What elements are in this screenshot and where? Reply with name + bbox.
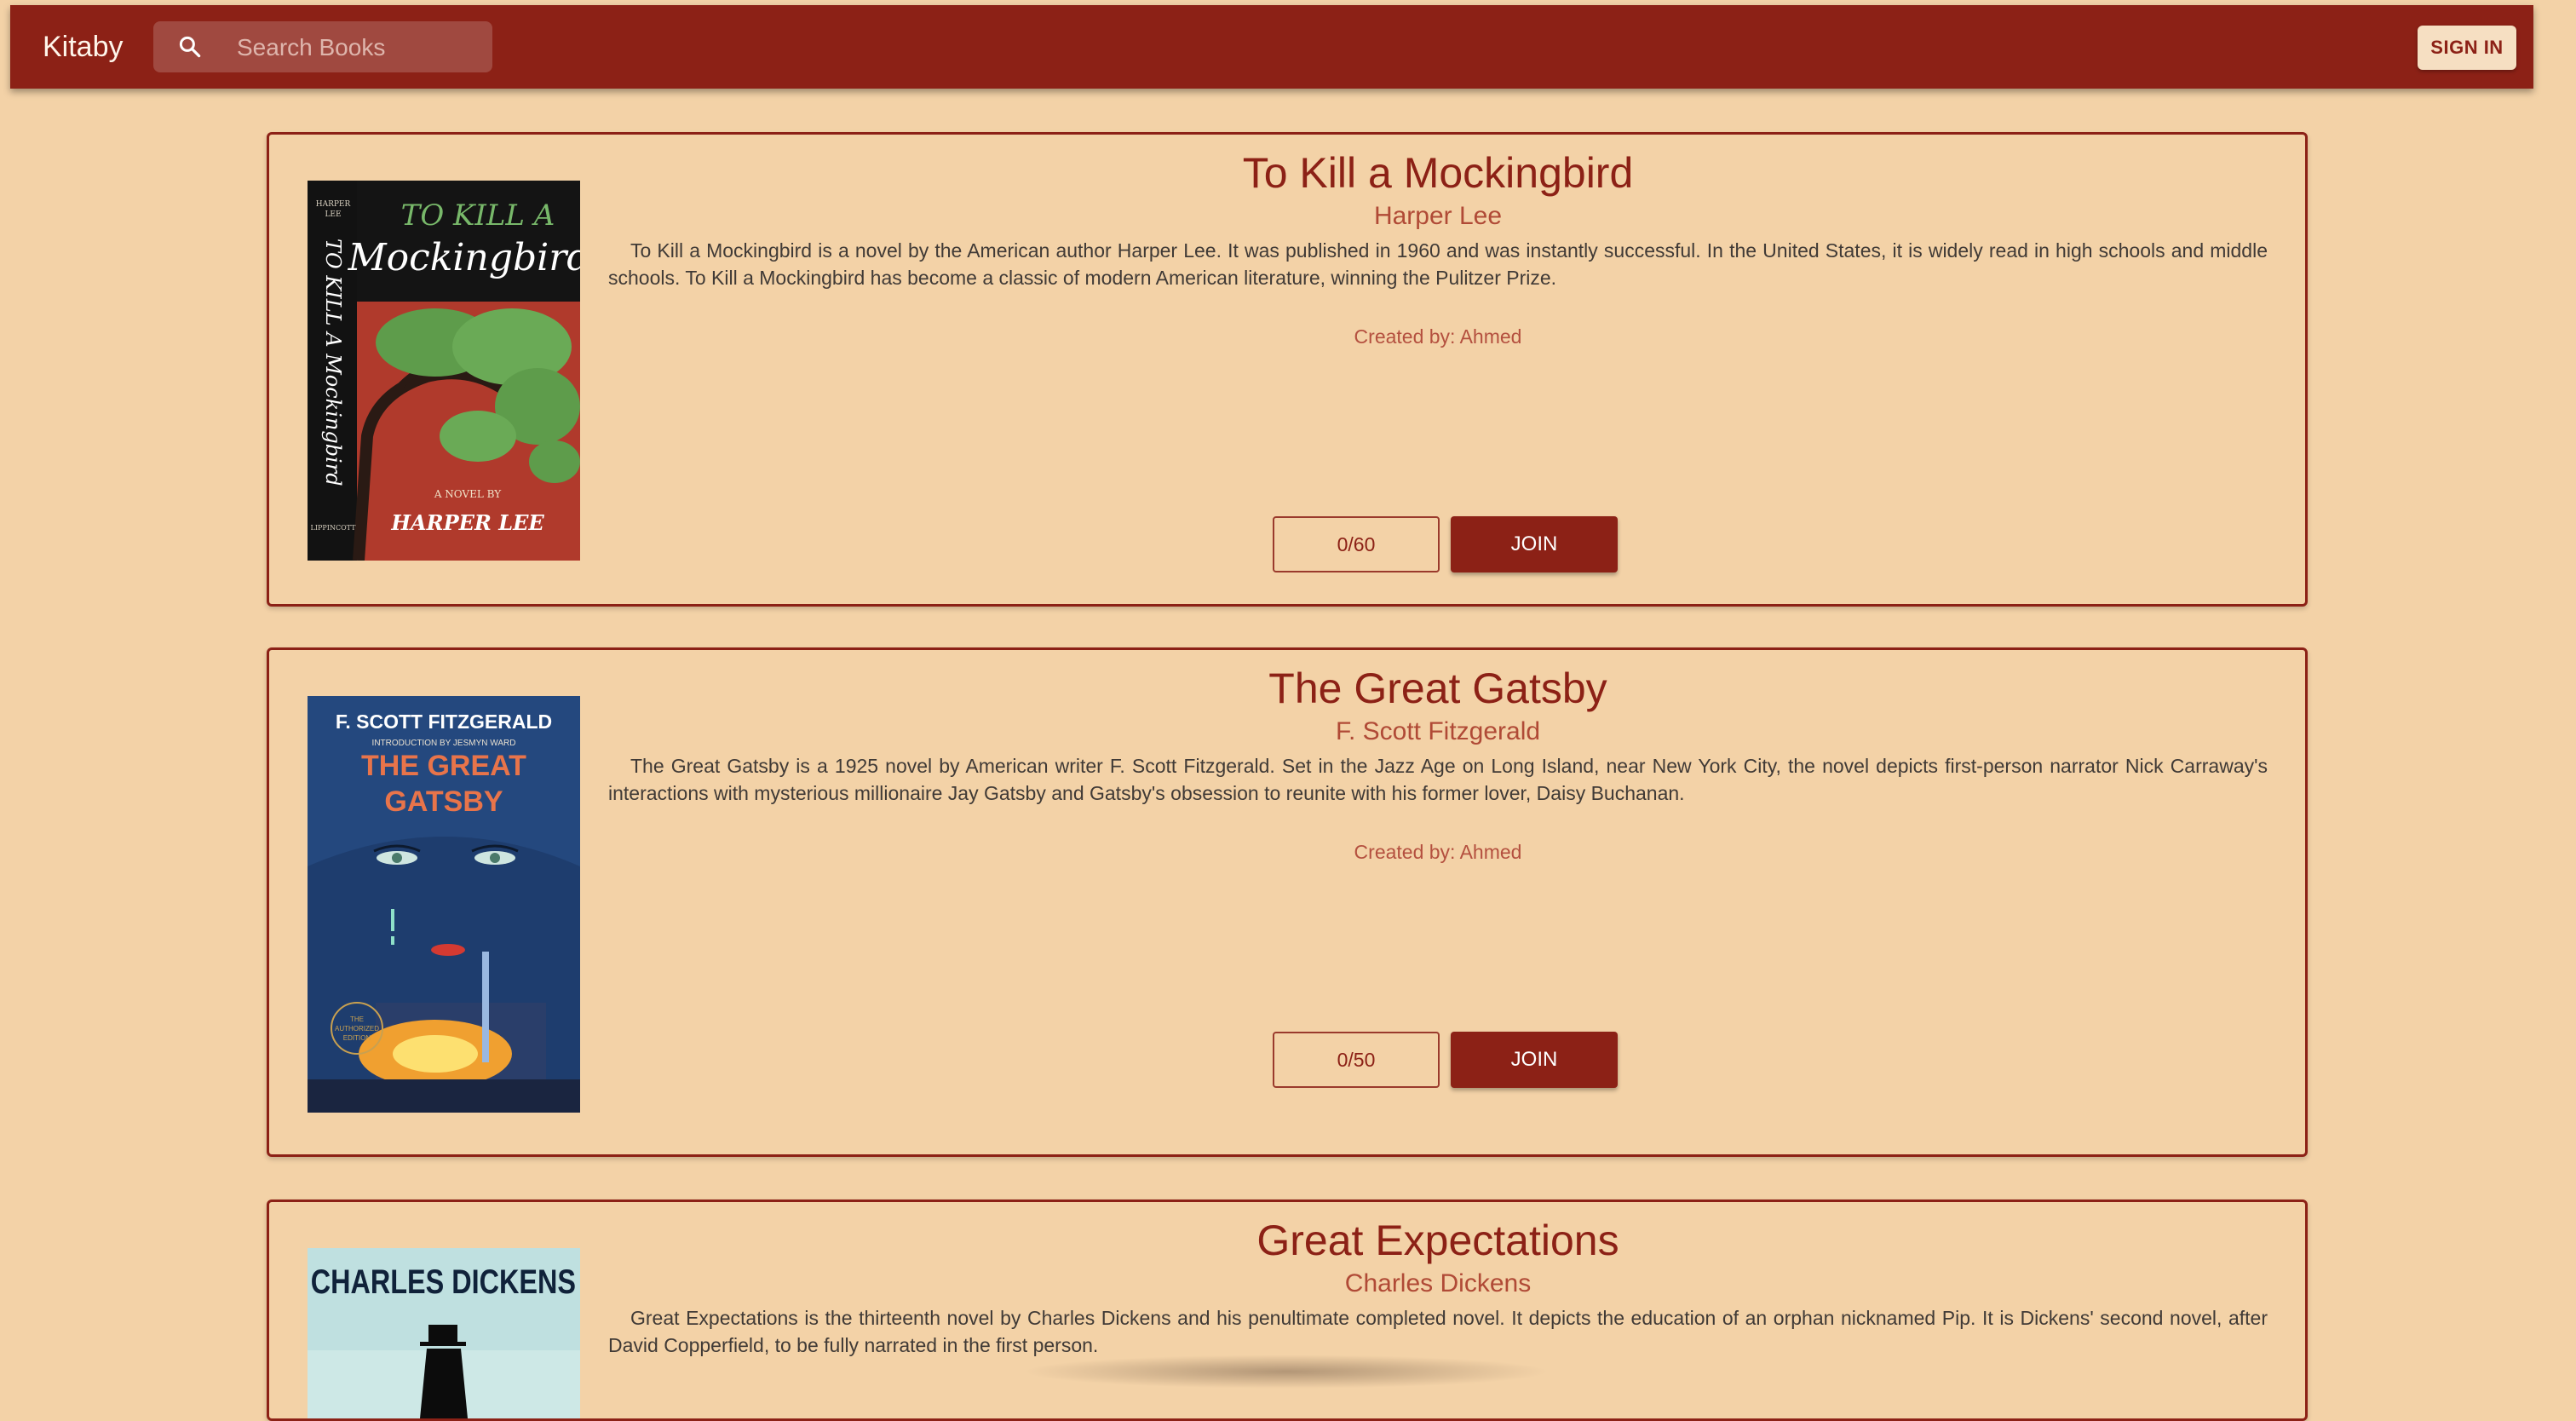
book-cover: TO KILL A Mockingbird HARPER LEE TO KILL…: [308, 181, 580, 561]
search-box[interactable]: [153, 21, 492, 74]
book-cover-art: F. SCOTT FITZGERALD INTRODUCTION BY JESM…: [308, 696, 580, 1113]
book-actions: 0/50 JOIN: [1273, 1032, 1630, 1088]
book-description: The Great Gatsby is a 1925 novel by Amer…: [608, 755, 2268, 804]
member-count-button[interactable]: 0/50: [1273, 1032, 1440, 1088]
join-button[interactable]: JOIN: [1451, 1032, 1618, 1088]
book-description: To Kill a Mockingbird is a novel by the …: [608, 239, 2268, 289]
book-actions: 0/60 JOIN: [1273, 516, 1630, 572]
book-author: Charles Dickens: [1344, 1269, 1532, 1297]
cover-seal-line2: AUTHORIZED: [335, 1025, 379, 1033]
cover-seal-line3: EDITION: [343, 1034, 371, 1042]
cover-author: F. SCOTT FITZGERALD: [336, 710, 552, 733]
app-bar: Kitaby SIGN IN: [10, 5, 2533, 89]
book-title[interactable]: To Kill a Mockingbird: [608, 135, 2268, 199]
book-cover: F. SCOTT FITZGERALD INTRODUCTION BY JESM…: [308, 696, 580, 1113]
book-creator: Created by: Ahmed: [1354, 841, 1522, 863]
book-creator: Created by: Ahmed: [1354, 325, 1522, 348]
cover-author: HARPER LEE: [390, 510, 544, 535]
cover-author: CHARLES DICKENS: [311, 1263, 576, 1301]
sign-in-button[interactable]: SIGN IN: [2418, 26, 2516, 70]
book-cover: CHARLES DICKENS: [308, 1248, 580, 1418]
search-icon: [179, 36, 201, 58]
cover-spine-small1: HARPER: [316, 200, 351, 209]
app-title[interactable]: Kitaby: [43, 5, 124, 89]
cover-title-line2: GATSBY: [384, 785, 503, 818]
cover-spine-title: TO KILL A Mockingbird: [321, 239, 345, 486]
book-description: Great Expectations is the thirteenth nov…: [608, 1307, 2268, 1356]
book-author: Harper Lee: [1373, 202, 1503, 230]
cover-title-line1: TO KILL A: [401, 198, 555, 233]
book-details: To Kill a Mockingbird Harper Lee To Kill…: [608, 135, 2268, 348]
book-title[interactable]: The Great Gatsby: [608, 650, 2268, 715]
book-cover-art: CHARLES DICKENS: [308, 1248, 580, 1418]
cover-title-line2: Mockingbird: [348, 236, 580, 279]
cover-intro: INTRODUCTION BY JESMYN WARD: [372, 739, 516, 748]
cover-novel-by: A NOVEL BY: [434, 488, 502, 500]
cover-seal-line1: THE: [350, 1015, 364, 1023]
join-button[interactable]: JOIN: [1451, 516, 1618, 572]
search-input[interactable]: [235, 21, 486, 74]
book-cover-art: TO KILL A Mockingbird HARPER LEE TO KILL…: [308, 181, 580, 561]
book-details: Great Expectations Charles Dickens Great…: [608, 1202, 2268, 1359]
member-count-button[interactable]: 0/60: [1273, 516, 1440, 572]
book-author: F. Scott Fitzgerald: [1335, 717, 1541, 745]
book-card: F. SCOTT FITZGERALD INTRODUCTION BY JESM…: [267, 647, 2308, 1157]
book-title[interactable]: Great Expectations: [608, 1202, 2268, 1267]
scroll-shadow: [1022, 1355, 1550, 1389]
cover-title-line1: THE GREAT: [361, 750, 526, 782]
book-card: TO KILL A Mockingbird HARPER LEE TO KILL…: [267, 132, 2308, 607]
cover-spine-small2: LEE: [325, 210, 341, 219]
book-details: The Great Gatsby F. Scott Fitzgerald The…: [608, 650, 2268, 864]
cover-publisher: LIPPINCOTT: [311, 524, 357, 532]
